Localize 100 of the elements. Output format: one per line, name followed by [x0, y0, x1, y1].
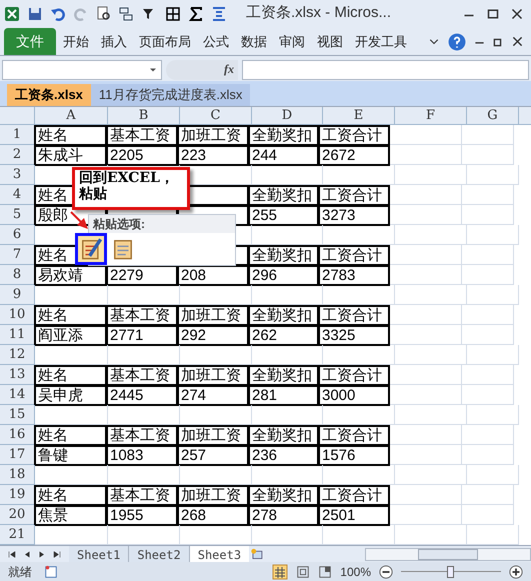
row-header[interactable]: 4: [0, 185, 35, 205]
table-cell: [108, 345, 180, 365]
ribbon-tab[interactable]: 开始: [58, 28, 94, 55]
table-cell: [467, 165, 519, 185]
maximize-icon[interactable]: [487, 8, 499, 20]
table-cell: 加班工资: [177, 365, 249, 386]
row-header[interactable]: 1: [0, 125, 35, 145]
restore-icon[interactable]: [493, 36, 504, 47]
row-header[interactable]: 11: [0, 325, 35, 345]
table-cell: [462, 485, 514, 505]
normal-view-icon[interactable]: [272, 564, 288, 580]
table-cell: [395, 165, 467, 185]
table-cell: 2771: [106, 325, 178, 346]
clipboard-icon[interactable]: [112, 238, 134, 260]
clipboard-brush-icon[interactable]: [80, 238, 102, 260]
workbook-tab[interactable]: 工资条.xlsx: [7, 84, 91, 106]
dropdown-arrow-icon[interactable]: [149, 66, 157, 74]
row-header[interactable]: 18: [0, 465, 35, 485]
table-cell: 2783: [318, 265, 390, 286]
table-cell: 基本工资: [106, 485, 178, 506]
column-header[interactable]: E: [323, 107, 395, 124]
row-header[interactable]: 2: [0, 145, 35, 165]
sheet-tab[interactable]: Sheet3: [190, 546, 250, 562]
row-header[interactable]: 8: [0, 265, 35, 285]
row-header[interactable]: 10: [0, 305, 35, 325]
ribbon-tab[interactable]: 公式: [198, 28, 234, 55]
ribbon-tab[interactable]: 页面布局: [134, 28, 196, 55]
table-cell: 工资合计: [318, 485, 390, 506]
column-header[interactable]: B: [108, 107, 180, 124]
table-cell: [108, 285, 180, 305]
row-header[interactable]: 3: [0, 165, 35, 185]
table-cell: 2672: [318, 145, 390, 166]
table-cell: [462, 445, 514, 465]
workbook-tab[interactable]: 11月存货完成进度表.xlsx: [90, 84, 250, 106]
help-icon[interactable]: [448, 32, 466, 50]
zoom-level-text[interactable]: 100%: [340, 562, 371, 580]
row-header[interactable]: 7: [0, 245, 35, 265]
zoom-out-icon[interactable]: [379, 564, 393, 578]
paste-keep-format-button[interactable]: [75, 233, 107, 265]
align-icon[interactable]: [211, 6, 227, 22]
new-sheet-icon[interactable]: [249, 548, 266, 560]
column-header[interactable]: C: [180, 107, 252, 124]
row-header[interactable]: 16: [0, 425, 35, 445]
table-cell: 1955: [106, 505, 178, 526]
undo-icon[interactable]: [50, 6, 66, 22]
macro-record-icon[interactable]: [44, 564, 58, 578]
ribbon-tab[interactable]: 视图: [312, 28, 348, 55]
layout-icon[interactable]: [119, 6, 135, 22]
insert-function-button[interactable]: fx: [166, 60, 238, 80]
sheet-tab[interactable]: Sheet2: [129, 546, 190, 562]
table-cell: 2501: [318, 505, 390, 526]
table-cell: [252, 345, 323, 365]
table-cell: 268: [177, 505, 249, 526]
row-header[interactable]: 14: [0, 385, 35, 405]
borders-icon[interactable]: [165, 6, 181, 22]
row-header[interactable]: 13: [0, 365, 35, 385]
file-tab[interactable]: 文件: [4, 28, 56, 55]
zoom-in-icon[interactable]: [509, 564, 523, 578]
row-header[interactable]: 6: [0, 225, 35, 245]
table-cell: 3273: [318, 205, 390, 226]
ribbon-tab[interactable]: 开发工具: [350, 28, 412, 55]
horizontal-scrollbar[interactable]: [365, 548, 531, 560]
row-header[interactable]: 12: [0, 345, 35, 365]
column-header[interactable]: D: [252, 107, 323, 124]
first-sheet-icon[interactable]: [8, 550, 16, 558]
save-icon[interactable]: [27, 6, 43, 22]
table-cell: [395, 225, 467, 245]
table-cell: 基本工资: [106, 305, 178, 326]
zoom-slider[interactable]: [401, 566, 501, 578]
ribbon-tab[interactable]: 插入: [96, 28, 132, 55]
ribbon-tab[interactable]: 数据: [236, 28, 272, 55]
table-cell: 姓名: [34, 305, 107, 326]
next-sheet-icon[interactable]: [38, 550, 46, 558]
print-preview-icon[interactable]: [96, 6, 112, 22]
previous-sheet-icon[interactable]: [23, 550, 31, 558]
table-cell: 工资合计: [318, 125, 390, 146]
formula-field[interactable]: [242, 60, 529, 80]
last-sheet-icon[interactable]: [53, 550, 61, 558]
close-icon[interactable]: [512, 36, 523, 47]
row-header[interactable]: 9: [0, 285, 35, 305]
sheet-tab[interactable]: Sheet1: [69, 546, 130, 562]
row-header[interactable]: 21: [0, 525, 35, 545]
ribbon-tab[interactable]: 审阅: [274, 28, 310, 55]
row-header[interactable]: 17: [0, 445, 35, 465]
page-break-view-icon[interactable]: [318, 564, 332, 578]
table-cell: [390, 385, 462, 405]
table-cell: [180, 285, 252, 305]
table-cell: [395, 465, 467, 485]
close-icon[interactable]: [511, 8, 523, 20]
row-header[interactable]: 5: [0, 205, 35, 225]
page-layout-view-icon[interactable]: [296, 564, 310, 578]
excel-logo-icon[interactable]: [4, 6, 20, 22]
row-header[interactable]: 15: [0, 405, 35, 425]
column-header[interactable]: A: [35, 107, 108, 124]
row-header[interactable]: 20: [0, 505, 35, 525]
sum-icon[interactable]: [188, 6, 204, 22]
row-header[interactable]: 19: [0, 485, 35, 505]
column-header[interactable]: F: [395, 107, 467, 124]
table-cell: [390, 125, 462, 145]
column-header[interactable]: G: [467, 107, 519, 124]
